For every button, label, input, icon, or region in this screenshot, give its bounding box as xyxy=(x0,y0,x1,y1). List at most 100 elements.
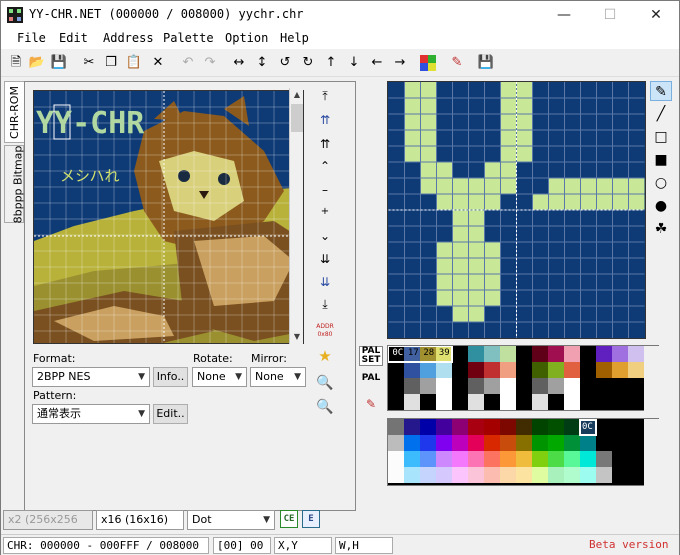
master-palette[interactable]: 0C xyxy=(387,418,660,487)
shift-down-icon[interactable]: ↓ xyxy=(345,54,363,72)
draw-mode-value: Dot xyxy=(192,513,212,526)
format-chevron-down-icon: ▼ xyxy=(138,372,145,382)
pixel-editor-canvas[interactable] xyxy=(387,81,646,339)
flip-horizontal-icon[interactable]: ↔ xyxy=(230,54,248,72)
nav-page-up-icon[interactable]: ⇈ xyxy=(314,137,336,151)
cut-icon[interactable]: ✂ xyxy=(80,54,98,72)
mirror-chevron-down-icon: ▼ xyxy=(294,372,301,382)
undo-icon[interactable]: ↶ xyxy=(179,54,197,72)
pattern-label: Pattern: xyxy=(33,389,77,402)
status-chr-range: CHR: 000000 - 000FFF / 008000 xyxy=(3,537,209,554)
status-offset: [00] 00 xyxy=(213,537,271,554)
rectangle-tool-icon[interactable]: □ xyxy=(650,127,672,147)
zoom-select[interactable]: x2 (256x256 xyxy=(3,510,93,530)
chr-image-view[interactable]: YY-CHR メシハれ xyxy=(33,90,304,344)
shift-left-icon[interactable]: ← xyxy=(368,54,386,72)
save-icon[interactable]: 💾 xyxy=(50,54,68,72)
nav-page-down-icon[interactable]: ⇊ xyxy=(314,252,336,266)
window-title: YY-CHR.NET (000000 / 008000) yychr.chr xyxy=(29,7,304,21)
chr-import-icon[interactable]: E xyxy=(302,510,320,528)
menu-help[interactable]: Help xyxy=(280,31,309,45)
nav-up-icon[interactable]: ⌃ xyxy=(314,159,336,173)
palette-code-1: 17 xyxy=(407,348,419,358)
tab-chr-rom[interactable]: CHR-ROM xyxy=(4,81,24,143)
flip-vertical-icon[interactable]: ↕ xyxy=(253,54,271,72)
app-icon xyxy=(7,7,23,23)
rotate-chevron-down-icon: ▼ xyxy=(235,372,242,382)
mirror-label: Mirror: xyxy=(251,352,287,365)
line-tool-icon[interactable]: ╱ xyxy=(650,104,672,124)
filled-circle-tool-icon[interactable]: ● xyxy=(650,196,672,216)
menu-file[interactable]: File xyxy=(17,31,46,45)
zoom-out-icon[interactable]: 🔍 xyxy=(314,399,336,415)
swatch-selected-code: 0C xyxy=(582,422,593,432)
close-button[interactable]: ✕ xyxy=(633,1,679,29)
status-beta: Beta version xyxy=(589,538,669,551)
menu-address[interactable]: Address xyxy=(103,31,154,45)
palette-color-icon[interactable] xyxy=(419,54,437,72)
tab-bitmap-label: 8bppp Bitmap xyxy=(11,145,25,224)
save-palette-icon[interactable]: 💾 xyxy=(477,54,495,72)
pal-button[interactable]: PAL xyxy=(359,373,383,383)
fill-bucket-tool-icon[interactable]: ☘ xyxy=(650,219,672,239)
rotate-label: Rotate: xyxy=(193,352,233,365)
nav-page-down-fast-icon[interactable]: ⇊ xyxy=(314,275,336,289)
grid-size-select[interactable]: x16 (16x16) xyxy=(96,510,184,530)
palette-table[interactable]: 0C 17 28 39 xyxy=(387,345,660,412)
menu-option[interactable]: Option xyxy=(225,31,268,45)
bookmark-star-icon[interactable]: ★ xyxy=(314,347,336,365)
palette-edit-side-icon[interactable]: ✎ xyxy=(359,397,383,411)
scroll-thumb[interactable] xyxy=(291,104,303,132)
chr-export-icon[interactable]: CE xyxy=(280,510,298,528)
rotate-select[interactable]: None ▼ xyxy=(192,367,247,387)
info-button[interactable]: Info.. xyxy=(153,367,188,387)
addr-value: 0x80 xyxy=(317,331,333,338)
chr-vertical-scrollbar[interactable]: ▲ ▼ xyxy=(289,88,303,344)
minimize-button[interactable]: — xyxy=(541,1,587,29)
nav-last-icon[interactable]: ⤓ xyxy=(314,297,336,312)
copy-icon[interactable]: ❐ xyxy=(102,54,120,72)
new-file-icon[interactable]: 🗎 xyxy=(7,54,25,72)
pen-tool-icon[interactable]: ✎ xyxy=(650,81,672,101)
format-label: Format: xyxy=(33,352,76,365)
maximize-button[interactable]: ☐ xyxy=(587,1,633,29)
palette-edit-icon[interactable]: ✎ xyxy=(448,54,466,72)
menu-edit[interactable]: Edit xyxy=(59,31,88,45)
open-folder-icon[interactable]: 📂 xyxy=(28,54,46,72)
nav-down-icon[interactable]: ⌄ xyxy=(314,229,336,243)
pattern-select[interactable]: 通常表示 ▼ xyxy=(32,404,150,424)
pattern-edit-button[interactable]: Edit.. xyxy=(153,404,188,424)
filled-rectangle-tool-icon[interactable]: ■ xyxy=(650,150,672,170)
yychr-logo-text: YY-CHR xyxy=(36,106,145,141)
palette-code-2: 28 xyxy=(423,348,435,358)
redo-icon[interactable]: ↷ xyxy=(201,54,219,72)
nav-minus-icon[interactable]: – xyxy=(314,183,336,197)
pal-set-button[interactable]: PAL SET xyxy=(359,346,383,366)
master-palette-grid xyxy=(388,419,660,487)
zoom-in-icon[interactable]: 🔍 xyxy=(314,375,336,391)
scroll-down-arrow-icon[interactable]: ▼ xyxy=(290,330,304,344)
format-select[interactable]: 2BPP NES ▼ xyxy=(32,367,150,387)
shift-up-icon[interactable]: ↑ xyxy=(322,54,340,72)
mirror-select[interactable]: None ▼ xyxy=(250,367,306,387)
menu-palette[interactable]: Palette xyxy=(163,31,214,45)
pattern-value: 通常表示 xyxy=(37,407,81,420)
addr-button[interactable]: ADDR 0x80 xyxy=(314,323,336,339)
nav-first-icon[interactable]: ⤒ xyxy=(314,89,336,104)
delete-icon[interactable]: ✕ xyxy=(149,54,167,72)
status-bar: CHR: 000000 - 000FFF / 008000 [00] 00 X,… xyxy=(1,534,679,555)
nav-plus-icon[interactable]: + xyxy=(314,206,336,217)
tab-bitmap[interactable]: 8bppp Bitmap xyxy=(4,145,24,223)
tab-chr-rom-label: CHR-ROM xyxy=(7,86,21,139)
nav-page-up-fast-icon[interactable]: ⇈ xyxy=(314,113,336,127)
paste-icon[interactable]: 📋 xyxy=(125,54,143,72)
scroll-up-arrow-icon[interactable]: ▲ xyxy=(290,88,304,102)
rotate-left-icon[interactable]: ↺ xyxy=(276,54,294,72)
shift-right-icon[interactable]: → xyxy=(391,54,409,72)
draw-mode-select[interactable]: Dot ▼ xyxy=(187,510,275,530)
rotate-right-icon[interactable]: ↻ xyxy=(299,54,317,72)
title-bar: YY-CHR.NET (000000 / 008000) yychr.chr —… xyxy=(1,1,679,29)
circle-tool-icon[interactable]: ○ xyxy=(650,173,672,193)
app-window: YY-CHR.NET (000000 / 008000) yychr.chr —… xyxy=(0,0,680,555)
pattern-chevron-down-icon: ▼ xyxy=(138,409,145,419)
